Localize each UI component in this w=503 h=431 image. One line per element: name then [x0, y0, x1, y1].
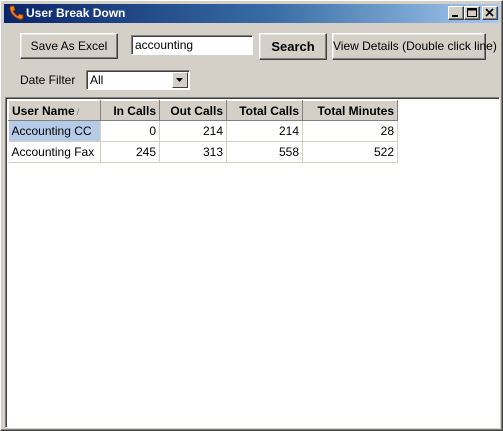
chevron-down-icon — [176, 78, 183, 82]
cell-user-name[interactable]: Accounting Fax — [8, 141, 101, 163]
maximize-icon — [467, 8, 477, 17]
cell-user-name[interactable]: Accounting CC — [8, 120, 101, 142]
close-icon — [485, 8, 494, 17]
table-row[interactable]: Accounting CC 0 214 214 28 — [8, 120, 398, 142]
search-input[interactable] — [131, 35, 253, 55]
maximize-button[interactable] — [464, 6, 480, 20]
column-header-total-calls[interactable]: Total Calls — [226, 100, 303, 121]
dropdown-button[interactable] — [172, 72, 188, 88]
window-title: User Break Down — [26, 6, 126, 20]
date-filter-label: Date Filter — [20, 73, 76, 87]
header-row: User Name / In Calls Out Calls Total Call… — [8, 100, 398, 121]
minimize-icon — [452, 15, 458, 17]
column-header-in-calls[interactable]: In Calls — [100, 100, 160, 121]
phone-icon — [8, 5, 24, 21]
user-grid[interactable]: User Name / In Calls Out Calls Total Call… — [5, 97, 500, 428]
user-table: User Name / In Calls Out Calls Total Call… — [8, 100, 398, 163]
date-filter-value: All — [90, 73, 104, 87]
title-bar[interactable]: User Break Down — [4, 4, 499, 23]
cell-total-minutes[interactable]: 28 — [302, 120, 398, 142]
cell-total-calls[interactable]: 558 — [226, 141, 303, 163]
table-row[interactable]: Accounting Fax 245 313 558 522 — [8, 141, 398, 163]
cell-out-calls[interactable]: 313 — [159, 141, 227, 163]
view-details-button[interactable]: View Details (Double click line) — [332, 33, 497, 60]
cell-in-calls[interactable]: 245 — [100, 141, 160, 163]
save-as-excel-button[interactable]: Save As Excel — [20, 33, 118, 59]
search-button[interactable]: Search — [259, 33, 327, 60]
column-header-label: User Name — [12, 103, 75, 118]
column-header-total-minutes[interactable]: Total Minutes — [302, 100, 398, 121]
cell-in-calls[interactable]: 0 — [100, 120, 160, 142]
minimize-button[interactable] — [448, 6, 464, 20]
cell-total-minutes[interactable]: 522 — [302, 141, 398, 163]
column-header-out-calls[interactable]: Out Calls — [159, 100, 227, 121]
user-break-down-window: User Break Down Save As Excel Search Vie… — [0, 0, 503, 431]
column-header-user-name[interactable]: User Name / — [8, 100, 101, 121]
cell-out-calls[interactable]: 214 — [159, 120, 227, 142]
close-button[interactable] — [482, 6, 498, 20]
cell-total-calls[interactable]: 214 — [226, 120, 303, 142]
date-filter-select[interactable]: All — [86, 70, 190, 90]
sort-icon: / — [76, 106, 80, 117]
